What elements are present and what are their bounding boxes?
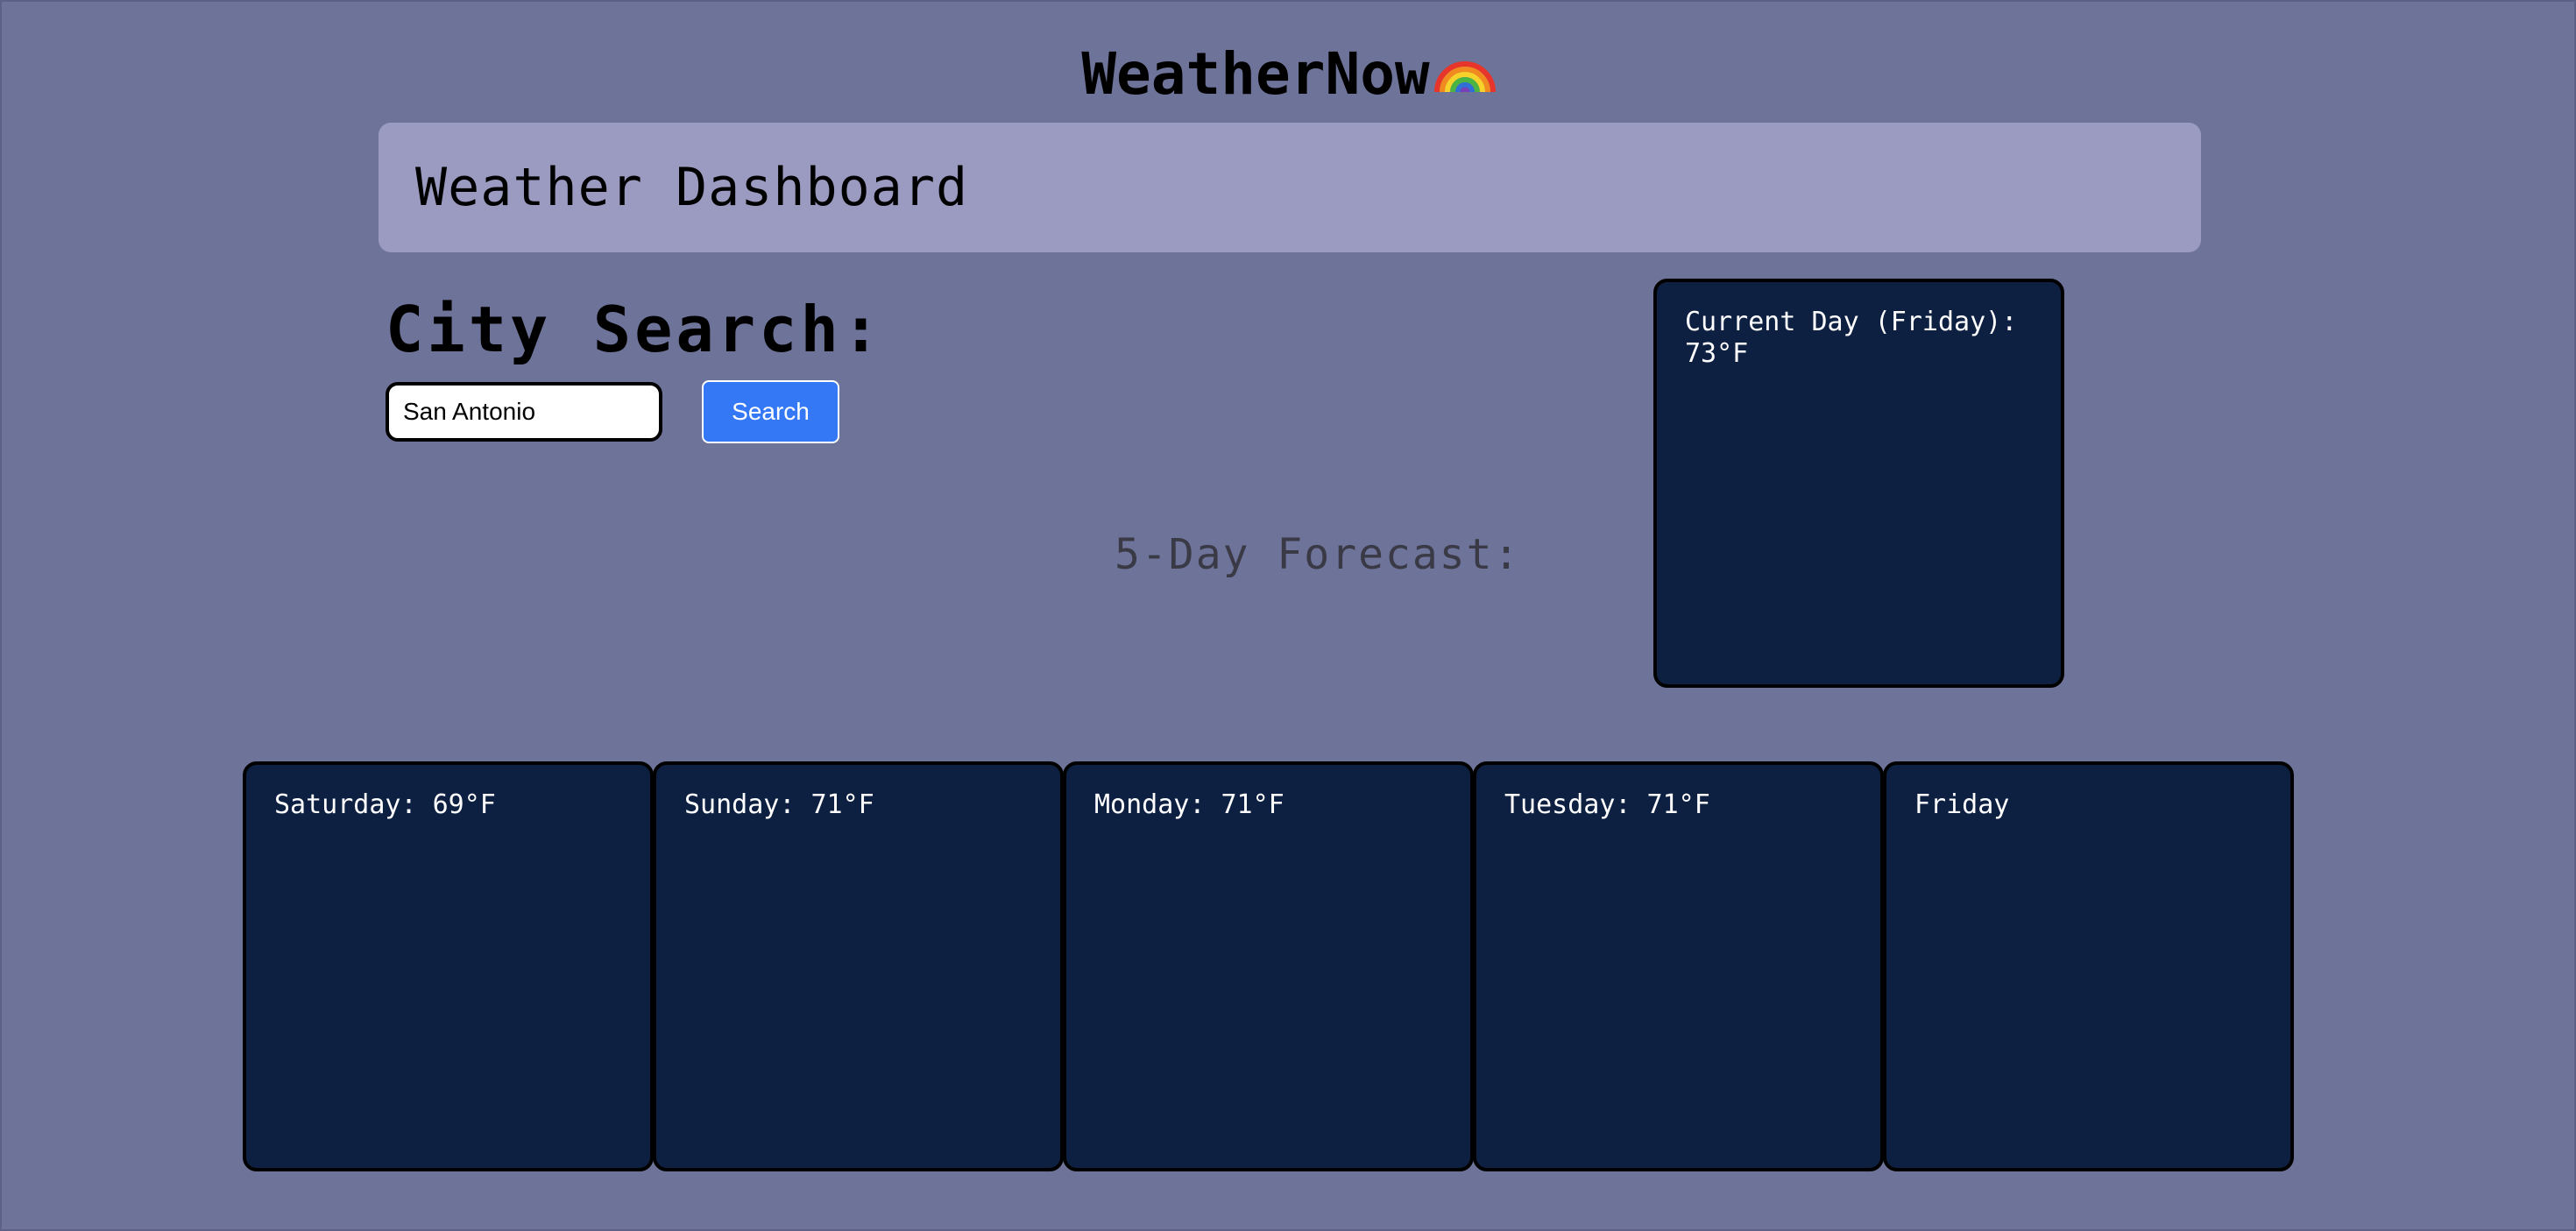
current-day-temp: 73°F	[1685, 338, 1749, 369]
forecast-day-text: Monday: 71°F	[1094, 789, 1284, 820]
current-day-card: Current Day (Friday): 73°F	[1653, 279, 2064, 688]
rainbow-icon	[1432, 31, 1498, 114]
search-button[interactable]: Search	[702, 380, 839, 443]
current-day-label: Current Day (Friday):	[1685, 307, 2018, 337]
city-search-input[interactable]	[386, 382, 662, 442]
forecast-day-card: Friday	[1883, 761, 2294, 1171]
forecast-day-card: Tuesday: 71°F	[1473, 761, 1884, 1171]
forecast-day-card: Monday: 71°F	[1063, 761, 1474, 1171]
banner-title: Weather Dashboard	[415, 157, 969, 218]
app-title: WeatherNow	[2, 35, 2576, 119]
dashboard-banner: Weather Dashboard	[379, 123, 2201, 252]
city-search-heading: City Search:	[386, 293, 884, 366]
forecast-day-text: Tuesday: 71°F	[1504, 789, 1710, 820]
forecast-heading: 5-Day Forecast:	[1115, 530, 1521, 579]
forecast-day-text: Friday	[1914, 789, 2010, 820]
app-title-text: WeatherNow	[1081, 40, 1430, 108]
forecast-day-text: Sunday: 71°F	[684, 789, 874, 820]
forecast-day-text: Saturday: 69°F	[274, 789, 496, 820]
forecast-day-card: Saturday: 69°F	[243, 761, 654, 1171]
forecast-day-card: Sunday: 71°F	[653, 761, 1064, 1171]
